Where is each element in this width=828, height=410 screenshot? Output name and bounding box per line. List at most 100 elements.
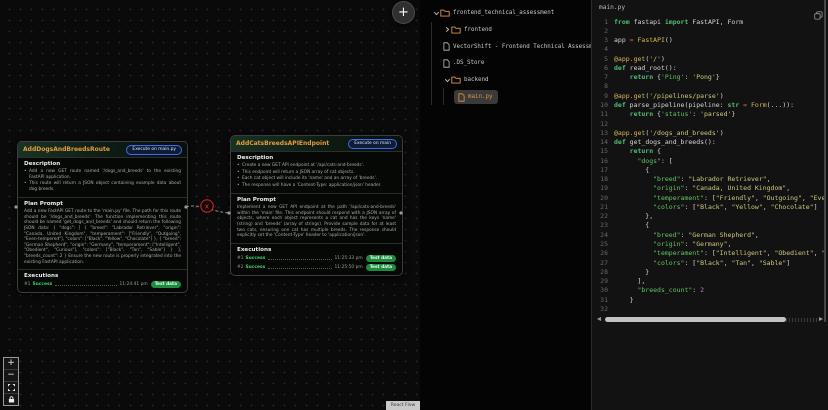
line-number: 14: [595, 138, 608, 146]
tree-item-ds-store[interactable]: .DS_Store: [420, 55, 614, 71]
horizontal-scrollbar[interactable]: [597, 317, 823, 322]
line-number: 24: [595, 231, 608, 239]
fit-view-button[interactable]: [4, 382, 18, 394]
line-number: 22: [595, 212, 608, 220]
tree-item-vectorshift-frontend-technical-assessment[interactable]: VectorShift - Frontend Technical Assessm…: [420, 39, 614, 55]
code-line: 32: [595, 304, 825, 313]
code-line: 2: [595, 26, 825, 35]
handle-left-card0[interactable]: [14, 205, 17, 208]
tree-label: VectorShift - Frontend Technical Assessm…: [453, 44, 603, 50]
line-number: 5: [595, 55, 608, 63]
line-number: 11: [595, 110, 608, 118]
code-line: 22 },: [595, 212, 825, 221]
line-number: 6: [595, 64, 608, 72]
code-line: 12: [595, 119, 825, 128]
selected-file-highlight[interactable]: main.py: [454, 90, 498, 104]
handle-right-card1[interactable]: [399, 211, 402, 214]
code-line: 10def parse_pipeline(pipeline: str = For…: [595, 100, 825, 109]
file-icon: [443, 42, 450, 51]
line-number: 30: [595, 286, 608, 294]
code-line: 23 {: [595, 221, 825, 230]
reactflow-attribution[interactable]: React Flow: [386, 401, 420, 410]
scroll-right-arrow[interactable]: [819, 317, 823, 321]
line-number: 4: [595, 45, 608, 53]
tree-item-frontend[interactable]: frontend: [420, 22, 614, 38]
handle-left-card1[interactable]: [227, 211, 230, 214]
code-line: 21 "colors": ["Black", "Yellow", "Chocol…: [595, 202, 825, 211]
code-line: 28 }: [595, 267, 825, 276]
line-number: 21: [595, 203, 608, 211]
tree-label: frontend: [464, 27, 492, 33]
line-number: 23: [595, 221, 608, 229]
tree-item-backend[interactable]: backend: [420, 72, 614, 88]
edge-delete-button[interactable]: x: [201, 200, 213, 212]
lock-icon: [8, 396, 15, 403]
tree-label: backend: [464, 77, 488, 83]
chevron-right-icon[interactable]: [443, 26, 451, 33]
code-line: 15 return {: [595, 147, 825, 156]
code-line: 9@app.get('/pipelines/parse'): [595, 91, 825, 100]
fit-view-icon: [8, 384, 15, 391]
zoom-out-button[interactable]: −: [4, 370, 18, 382]
flow-controls: + −: [3, 357, 19, 406]
code-line: 5@app.get('/'): [595, 54, 825, 63]
tree-label: main.py: [468, 94, 492, 100]
scrollbar-track[interactable]: [786, 318, 817, 322]
code-line: 20 "temperament": ["Friendly", "Outgoing…: [595, 193, 825, 202]
chevron-down-icon[interactable]: [432, 10, 440, 17]
folder-icon: [451, 76, 461, 84]
line-number: 10: [595, 101, 608, 109]
code-line: 30 "breeds_count": 2: [595, 286, 825, 295]
code-line: 3app = FastAPI(): [595, 36, 825, 45]
handle-right-card0[interactable]: [184, 205, 187, 208]
line-number: 13: [595, 129, 608, 137]
tree-item-frontend-technical-assessment[interactable]: frontend_technical_assessment: [420, 5, 603, 21]
folder-icon: [451, 26, 461, 34]
code-line: 29 ],: [595, 276, 825, 285]
line-number: 7: [595, 73, 608, 81]
code-line: 19 "origin": "Canada, United Kingdom",: [595, 184, 825, 193]
tree-label: .DS_Store: [453, 60, 484, 66]
code-line: 17 {: [595, 165, 825, 174]
line-number: 32: [595, 305, 608, 313]
line-number: 9: [595, 92, 608, 100]
line-number: 19: [595, 184, 608, 192]
code-line: 18 "breed": "Labrador Retriever",: [595, 175, 825, 184]
code-line: 6def read_root():: [595, 63, 825, 72]
line-number: 27: [595, 259, 608, 267]
edge-delete-label: x: [205, 202, 209, 210]
editor-filename: main.py: [599, 4, 625, 11]
line-number: 28: [595, 268, 608, 276]
line-number: 20: [595, 194, 608, 202]
code-line: 7 return {'Ping': 'Pong'}: [595, 73, 825, 82]
tree-label: frontend_technical_assessment: [453, 10, 554, 16]
line-number: 15: [595, 147, 608, 155]
chevron-down-icon[interactable]: [443, 77, 451, 84]
code-line: 26 "temperament": ["Intelligent", "Obedi…: [595, 249, 825, 258]
zoom-in-button[interactable]: +: [4, 358, 18, 370]
file-tree-panel: frontend_technical_assessmentfrontendVec…: [420, 0, 591, 410]
folder-icon: [440, 9, 450, 17]
scrollbar-thumb[interactable]: [605, 317, 786, 322]
line-number: 1: [595, 18, 608, 26]
line-number: 29: [595, 277, 608, 285]
code-line: 16 "dogs": [: [595, 156, 825, 165]
line-number: 16: [595, 157, 608, 165]
line-number: 3: [595, 36, 608, 44]
file-icon: [458, 93, 465, 102]
line-number: 18: [595, 175, 608, 183]
code-line: 8: [595, 82, 825, 91]
line-number: 8: [595, 82, 608, 90]
code-area[interactable]: 1from fastapi import FastAPI, Form23app …: [595, 17, 825, 410]
line-number: 31: [595, 296, 608, 304]
lock-button[interactable]: [4, 394, 18, 405]
app-window: + AddDogsAndBreedsRoute Execute on main.…: [0, 0, 828, 410]
code-line: 13@app.get('/dogs_and_breeds'): [595, 128, 825, 137]
code-line: 14def get_dogs_and_breeds():: [595, 137, 825, 146]
scroll-left-arrow[interactable]: [597, 317, 601, 321]
code-line: 25 "origin": "Germany",: [595, 239, 825, 248]
line-number: 12: [595, 120, 608, 128]
flow-canvas[interactable]: + AddDogsAndBreedsRoute Execute on main.…: [0, 0, 420, 410]
line-number: 25: [595, 240, 608, 248]
vertical-scrollbar[interactable]: [824, 0, 826, 322]
